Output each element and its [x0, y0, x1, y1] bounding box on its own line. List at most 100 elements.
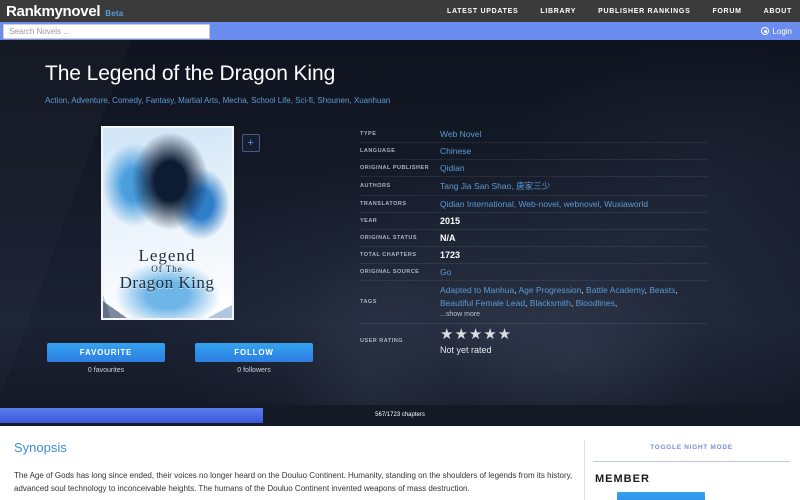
user-rating-value: ★★★★★ Not yet rated	[440, 324, 708, 359]
table-row-tags: TAGS Adapted to Manhua, Age Progression,…	[360, 281, 708, 324]
tags-value: Adapted to Manhua, Age Progression, Batt…	[440, 281, 708, 324]
synopsis-section: Synopsis The Age of Gods has long since …	[0, 440, 578, 500]
info-label: YEAR	[360, 218, 378, 225]
tag-link[interactable]: Age Progression	[518, 285, 581, 295]
table-row: TOTAL CHAPTERS 1723	[360, 247, 708, 264]
table-row: TYPE Web Novel	[360, 126, 708, 143]
table-row: ORIGINAL PUBLISHER Qidian	[360, 160, 708, 177]
info-label: TYPE	[360, 131, 377, 138]
info-value: Tang Jia San Shao, 唐家三少	[440, 177, 708, 196]
table-row: YEAR 2015	[360, 213, 708, 230]
novel-cover-image[interactable]: Legend Of The Dragon King	[100, 126, 234, 321]
tag-link[interactable]: Beasts	[649, 285, 675, 295]
info-value: Go	[440, 264, 708, 281]
info-label: LANGUAGE	[360, 148, 396, 155]
favourite-button[interactable]: FAVOURITE	[47, 343, 165, 363]
cover-line-3: Dragon King	[119, 273, 215, 293]
info-value: Qidian	[440, 160, 708, 177]
add-to-list-button[interactable]: +	[241, 134, 260, 153]
search-input[interactable]	[3, 23, 210, 39]
action-buttons: FAVOURITE 0 favourites FOLLOW 0 follower…	[47, 343, 313, 374]
show-more-tags-link[interactable]: ...show more	[440, 310, 708, 321]
tags-label: TAGS	[360, 299, 377, 306]
page-title: The Legend of the Dragon King	[45, 62, 336, 85]
info-link[interactable]: Qidian	[440, 163, 465, 173]
login-label: Login	[772, 26, 792, 36]
genre-link[interactable]: Shounen	[317, 96, 349, 105]
table-row: ORIGINAL SOURCE Go	[360, 264, 708, 281]
table-row: TRANSLATORS Qidian International, Web-no…	[360, 196, 708, 213]
cover-title-text: Legend Of The Dragon King	[103, 247, 232, 292]
table-row: ORIGINAL STATUS N/A	[360, 230, 708, 247]
user-rating-label: USER RATING	[360, 338, 403, 345]
nav-item-library[interactable]: LIBRARY	[540, 8, 576, 15]
main-nav: LATEST UPDATES LIBRARY PUBLISHER RANKING…	[447, 8, 792, 15]
tag-link[interactable]: Adapted to Manhua	[440, 285, 514, 295]
info-label: AUTHORS	[360, 183, 391, 190]
info-value: Web Novel	[440, 126, 708, 143]
user-icon	[761, 27, 770, 35]
genre-link[interactable]: Mecha	[223, 96, 247, 105]
novel-hero-section: The Legend of the Dragon King Action, Ad…	[0, 40, 800, 405]
progress-label: 567/1723 chapters	[375, 412, 425, 418]
info-label: ORIGINAL STATUS	[360, 235, 417, 242]
tag-link[interactable]: Beautiful Female Lead	[440, 298, 525, 308]
info-link[interactable]: Web Novel	[440, 129, 481, 139]
genre-link[interactable]: Comedy	[112, 96, 141, 105]
synopsis-text: The Age of Gods has long since ended, th…	[14, 471, 573, 494]
search-bar-row: Login	[0, 22, 800, 40]
nav-item-latest-updates[interactable]: LATEST UPDATES	[447, 8, 518, 15]
info-value: Chinese	[440, 143, 708, 160]
member-heading: MEMBER	[595, 473, 650, 485]
genre-link[interactable]: Adventure	[71, 96, 107, 105]
nav-item-about[interactable]: ABOUT	[764, 8, 792, 15]
tag-link[interactable]: Blacksmith	[530, 298, 571, 308]
novel-info-column: TYPE Web Novel LANGUAGE Chinese ORIGINAL…	[360, 126, 800, 374]
info-value: N/A	[440, 233, 456, 244]
login-button[interactable]: Login	[761, 27, 792, 36]
genre-link[interactable]: School Life	[251, 96, 291, 105]
info-label: ORIGINAL SOURCE	[360, 269, 420, 276]
beta-badge: Beta	[105, 8, 124, 18]
info-value: 1723	[440, 250, 461, 261]
top-navigation-bar: Rankmynovel Beta LATEST UPDATES LIBRARY …	[0, 0, 800, 22]
genre-list: Action, Adventure, Comedy, Fantasy, Mart…	[45, 96, 391, 105]
info-label: TRANSLATORS	[360, 201, 407, 208]
rating-status-text: Not yet rated	[440, 345, 492, 356]
nav-item-forum[interactable]: FORUM	[712, 8, 741, 15]
toggle-night-mode-button[interactable]: TOGGLE NIGHT MODE	[593, 440, 790, 462]
table-row: AUTHORS Tang Jia San Shao, 唐家三少	[360, 177, 708, 196]
main-content: Synopsis The Age of Gods has long since …	[0, 426, 800, 500]
novel-info-table: TYPE Web Novel LANGUAGE Chinese ORIGINAL…	[360, 126, 708, 358]
genre-link[interactable]: Action	[45, 96, 67, 105]
info-link[interactable]: Chinese	[440, 146, 471, 156]
original-source-link[interactable]: Go	[440, 267, 451, 277]
cover-line-1: Legend	[138, 246, 196, 266]
info-link[interactable]: Qidian International, Web-novel, webnove…	[440, 199, 648, 209]
nav-item-publisher-rankings[interactable]: PUBLISHER RANKINGS	[598, 8, 690, 15]
genre-link[interactable]: Sci-fi	[295, 96, 313, 105]
site-logo[interactable]: Rankmynovel Beta	[6, 4, 123, 19]
tag-link[interactable]: Battle Academy	[586, 285, 644, 295]
info-link[interactable]: Tang Jia San Shao, 唐家三少	[440, 181, 550, 191]
star-rating-icon[interactable]: ★★★★★	[440, 327, 708, 342]
genre-link[interactable]: Xuanhuan	[354, 96, 390, 105]
genre-link[interactable]: Martial Arts	[178, 96, 218, 105]
table-row: LANGUAGE Chinese	[360, 143, 708, 160]
favourite-count: 0 favourites	[87, 367, 125, 375]
tag-link[interactable]: Bloodlines	[576, 298, 615, 308]
follow-button[interactable]: FOLLOW	[195, 343, 313, 363]
info-value: Qidian International, Web-novel, webnove…	[440, 196, 708, 213]
info-label: TOTAL CHAPTERS	[360, 252, 417, 259]
follow-count: 0 followers	[237, 367, 271, 375]
genre-link[interactable]: Fantasy	[146, 96, 174, 105]
right-sidebar: TOGGLE NIGHT MODE MEMBER	[584, 440, 800, 500]
synopsis-heading: Synopsis	[14, 440, 67, 455]
brand-name: Rankmynovel	[6, 2, 101, 20]
cover-column: Legend Of The Dragon King + FAVOURITE 0 …	[0, 126, 360, 374]
reading-progress-bar[interactable]: 567/1723 chapters	[0, 405, 800, 426]
info-label: ORIGINAL PUBLISHER	[360, 165, 430, 172]
member-login-button[interactable]	[617, 492, 705, 500]
info-value: 2015	[440, 216, 461, 227]
table-row-rating: USER RATING ★★★★★ Not yet rated	[360, 324, 708, 359]
